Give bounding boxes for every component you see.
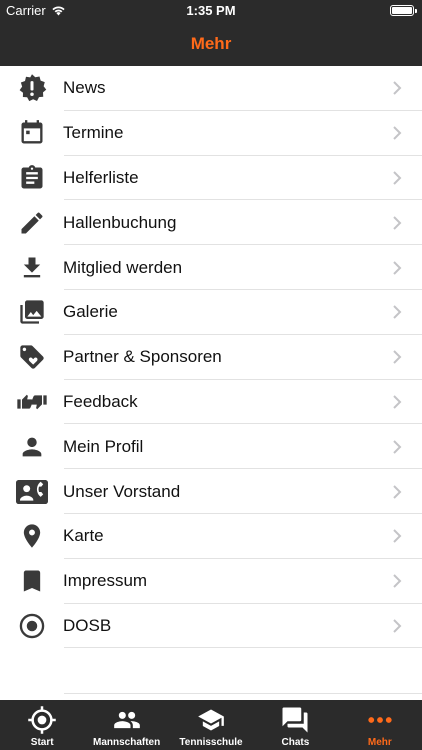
tab-label: Tennisschule [179,737,243,748]
chevron-right-icon [393,171,402,185]
menu-item-mein-profil[interactable]: Mein Profil [0,424,422,469]
status-time: 1:35 PM [186,3,236,18]
menu-item-galerie[interactable]: Galerie [0,290,422,335]
tab-label: Start [30,737,54,748]
chevron-right-icon [393,619,402,633]
chevron-right-icon [393,260,402,275]
pencil-icon [16,207,48,239]
menu-item-label: DOSB [63,615,112,635]
heart-tag-icon [16,341,48,373]
list-divider [64,693,422,694]
menu-item-helferliste[interactable]: Helferliste [0,156,422,201]
menu-item-label: Karte [63,526,104,546]
menu-item-label: Mein Profil [63,436,144,456]
crosshair-icon [26,706,58,734]
menu-item-label: Impressum [63,571,148,591]
navigation-bar: Mehr [0,22,422,66]
chevron-right-icon [393,126,402,140]
calendar-icon [16,117,48,149]
menu-item-feedback[interactable]: Feedback [0,380,422,425]
menu-item-karte[interactable]: Karte [0,514,422,559]
tab-start[interactable]: Start [0,700,84,750]
page-title: Mehr [190,34,232,53]
menu-item-label: Feedback [63,391,138,411]
tab-label: Chats [281,737,310,748]
tab-chats[interactable]: Chats [253,700,337,750]
menu-item-label: Unser Vorstand [63,481,181,501]
menu-item-termine[interactable]: Termine [0,111,422,156]
chevron-right-icon [393,305,402,320]
tab-label: Mehr [367,737,392,748]
menu-item-dosb[interactable]: DOSB [0,604,422,649]
photo-library-icon [16,296,48,328]
menu-item-mitglied-werden[interactable]: Mitglied werden [0,245,422,290]
status-bar: Carrier 1:35 PM [0,0,422,22]
menu-item-label: Helferliste [63,167,139,187]
menu-list: News Termine Helferliste Hallenbuchung M… [0,66,422,649]
menu-item-label: Partner & Sponsoren [63,347,222,367]
menu-item-label: Hallenbuchung [63,212,177,232]
menu-item-label: Galerie [63,302,118,322]
download-icon [16,252,48,284]
contact-phone-icon [16,476,48,508]
chevron-right-icon [393,350,402,364]
chevron-right-icon [393,81,402,96]
alert-badge-icon [16,72,48,104]
menu-item-impressum[interactable]: Impressum [0,559,422,604]
tab-tennisschule[interactable]: Tennisschule [169,700,253,750]
chevron-right-icon [393,395,402,409]
more-dots-icon [364,706,396,734]
menu-item-label: Termine [63,123,124,143]
menu-item-news[interactable]: News [0,66,422,111]
chevron-right-icon [393,484,402,499]
chat-bubbles-icon [279,706,311,734]
graduation-cap-icon [195,706,227,734]
chevron-right-icon [393,440,402,454]
battery-icon [390,5,417,16]
tab-label: Mannschaften [92,737,161,748]
chevron-right-icon [393,574,402,588]
chevron-right-icon [393,529,402,544]
chevron-right-icon [393,216,402,230]
people-icon [111,706,143,734]
map-pin-icon [16,520,48,552]
tab-mannschaften[interactable]: Mannschaften [84,700,168,750]
menu-item-label: Mitglied werden [63,257,183,277]
tab-bar: Start Mannschaften Tennisschule Chats Me… [0,700,422,750]
radio-target-icon [16,610,48,642]
thumbs-up-down-icon [16,386,48,418]
tab-mehr[interactable]: Mehr [338,700,422,750]
person-icon [16,431,48,463]
menu-item-unser-vorstand[interactable]: Unser Vorstand [0,469,422,514]
menu-item-label: News [63,78,106,98]
clipboard-icon [16,162,48,194]
menu-item-hallenbuchung[interactable]: Hallenbuchung [0,200,422,245]
bookmark-icon [16,565,48,597]
menu-item-partner-sponsoren[interactable]: Partner & Sponsoren [0,335,422,380]
